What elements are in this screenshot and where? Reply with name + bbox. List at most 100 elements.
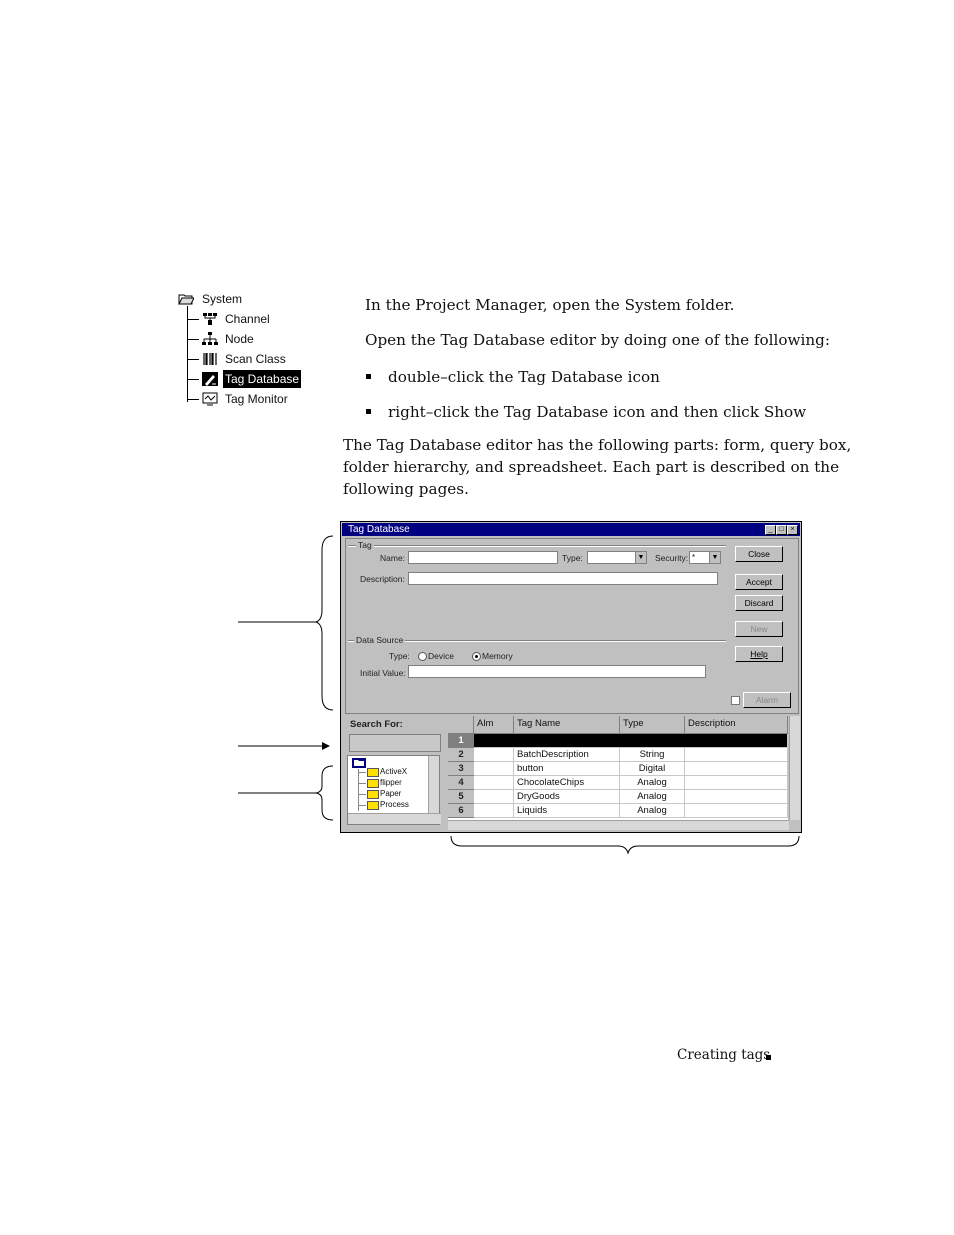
folder-horizontal-scrollbar[interactable] [348, 813, 441, 824]
tree-item-label: Node [225, 332, 254, 346]
security-label: Security: [655, 553, 689, 563]
tag-name-cell[interactable]: ChocolateChips [514, 776, 620, 790]
description-input[interactable] [408, 572, 718, 585]
description-cell[interactable] [685, 762, 788, 776]
search-input[interactable] [349, 734, 441, 752]
new-button[interactable]: New [735, 621, 783, 637]
footer-section-title: Creating tags [677, 1047, 771, 1063]
alarm-cell[interactable] [474, 804, 514, 818]
tag-name-cell[interactable]: DryGoods [514, 790, 620, 804]
title-bar[interactable]: Tag Database _ □ × [342, 523, 800, 536]
memory-radio[interactable] [472, 652, 481, 661]
barcode-icon [203, 353, 217, 365]
alarm-button[interactable]: Alarm [743, 692, 791, 708]
description-cell[interactable] [685, 748, 788, 762]
tag-name-cell[interactable]: button [514, 762, 620, 776]
folder-item[interactable]: ActiveX [380, 767, 407, 776]
chevron-down-icon[interactable]: ▼ [709, 552, 720, 563]
close-button[interactable]: Close [735, 546, 783, 562]
type-cell[interactable]: String [620, 748, 685, 762]
window-title: Tag Database [348, 524, 410, 535]
tag-name-cell[interactable]: BatchDescription [514, 748, 620, 762]
memory-label: Memory [482, 651, 513, 661]
row-number[interactable]: 6 [448, 804, 474, 818]
initial-value-input[interactable] [408, 665, 706, 678]
initial-value-label: Initial Value: [360, 668, 406, 678]
description-cell[interactable] [685, 776, 788, 790]
name-input[interactable] [408, 551, 558, 564]
row-number[interactable]: 2 [448, 748, 474, 762]
type-cell[interactable]: Analog [620, 776, 685, 790]
folder-item[interactable]: Paper [380, 789, 401, 798]
tree-item-label: Channel [225, 312, 270, 326]
chevron-down-icon[interactable]: ▼ [635, 552, 646, 563]
corner-header [448, 716, 474, 734]
column-header[interactable]: Alm [474, 716, 514, 734]
project-tree: System Channel Node Scan Class Tag Datab… [178, 290, 308, 410]
tag-name-cell[interactable]: Liquids [514, 804, 620, 818]
type-cell[interactable]: Analog [620, 804, 685, 818]
folder-icon [367, 768, 379, 777]
folder-icon [367, 801, 379, 810]
description-cell[interactable] [685, 790, 788, 804]
grid-vertical-scrollbar[interactable] [789, 716, 800, 820]
bullet-mark [366, 409, 371, 414]
tree-line [187, 306, 188, 402]
folder-item[interactable]: flipper [380, 778, 402, 787]
tag-database-window: Tag Database _ □ × Tag Name: Type: ▼ Sec… [340, 521, 802, 833]
alarm-cell[interactable] [474, 790, 514, 804]
row-number[interactable]: 4 [448, 776, 474, 790]
spreadsheet-brace [450, 835, 800, 855]
paragraph-line: The Tag Database editor has the followin… [343, 436, 852, 454]
column-header[interactable]: Tag Name [514, 716, 620, 734]
bullet-item: double–click the Tag Database icon [388, 368, 660, 386]
name-label: Name: [380, 553, 406, 563]
alarm-cell[interactable] [474, 776, 514, 790]
root-folder-icon[interactable] [352, 758, 366, 768]
type-cell[interactable]: Analog [620, 790, 685, 804]
tree-item-label: Scan Class [225, 352, 286, 366]
row-number[interactable]: 5 [448, 790, 474, 804]
maximize-button[interactable]: □ [776, 525, 787, 535]
folder-item[interactable]: Process [380, 800, 409, 809]
description-cell[interactable] [685, 804, 788, 818]
type-label: Type: [562, 553, 583, 563]
column-header[interactable]: Type [620, 716, 685, 734]
tag-form: Tag Name: Type: ▼ Security: * ▼ Descripti… [345, 538, 799, 714]
bullet-item: right–click the Tag Database icon and th… [388, 403, 807, 421]
alarm-cell[interactable] [474, 762, 514, 776]
table-row-selected[interactable] [474, 734, 788, 748]
minimize-button[interactable]: _ [765, 525, 776, 535]
device-radio[interactable] [418, 652, 427, 661]
help-button[interactable]: Help [735, 646, 783, 662]
security-select[interactable]: * ▼ [689, 551, 721, 564]
type-select[interactable]: ▼ [587, 551, 647, 564]
description-label: Description: [360, 574, 405, 584]
folder-icon [367, 779, 379, 788]
bullet-mark [366, 374, 371, 379]
tree-item-label: Tag Monitor [225, 392, 288, 406]
folder-icon [367, 790, 379, 799]
alarm-cell[interactable] [474, 748, 514, 762]
callout-lines [238, 535, 334, 821]
discard-button[interactable]: Discard [735, 595, 783, 611]
paragraph-line: folder hierarchy, and spreadsheet. Each … [343, 458, 840, 476]
footer-bullet [766, 1055, 771, 1060]
column-header[interactable]: Description [685, 716, 788, 734]
close-window-button[interactable]: × [787, 525, 798, 535]
tag-monitor-icon [202, 392, 218, 406]
tag-group-line [348, 545, 726, 546]
tag-spreadsheet: Alm Tag Name Type Description 1 2 BatchD… [448, 716, 788, 820]
paragraph-line: following pages. [343, 480, 469, 498]
row-number[interactable]: 1 [448, 734, 474, 748]
folder-vertical-scrollbar[interactable] [428, 756, 439, 814]
search-for-label: Search For: [350, 719, 403, 730]
row-number[interactable]: 3 [448, 762, 474, 776]
type-cell[interactable]: Digital [620, 762, 685, 776]
device-label: Device [428, 651, 454, 661]
alarm-checkbox[interactable] [731, 696, 740, 705]
grid-horizontal-scrollbar[interactable] [448, 820, 789, 830]
open-folder-icon [178, 294, 194, 305]
accept-button[interactable]: Accept [735, 574, 783, 590]
tag-group-label: Tag [356, 540, 374, 550]
